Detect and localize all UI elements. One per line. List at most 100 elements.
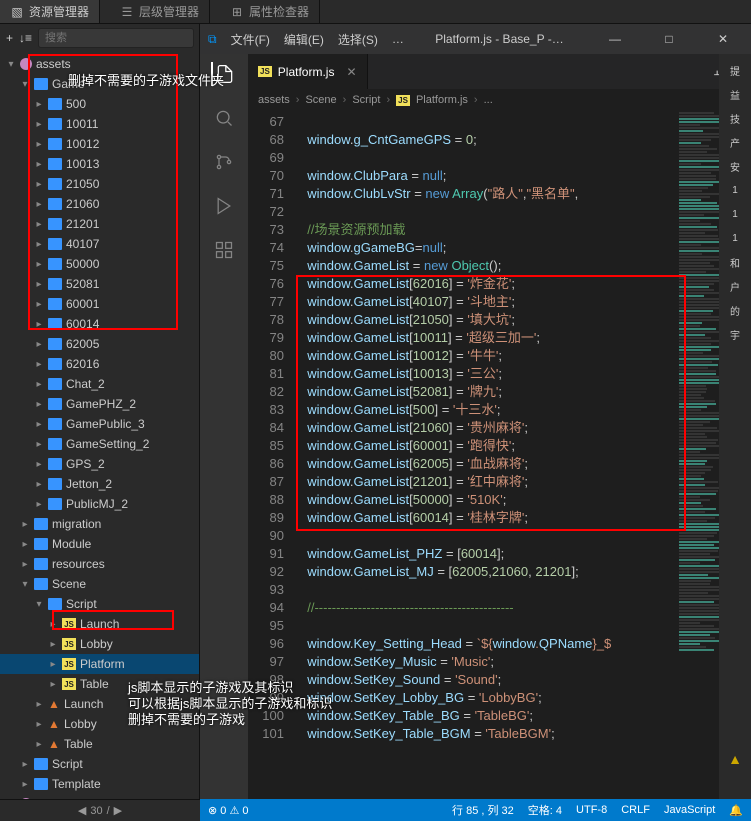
tree-item-label: Scene — [52, 577, 86, 591]
tree-item-21060[interactable]: ▸21060 — [0, 194, 199, 214]
tab-platform-js[interactable]: JS Platform.js ✕ — [248, 54, 368, 89]
tree-item-table[interactable]: ▸▲Table — [0, 734, 199, 754]
status-errors[interactable]: ⊗ 0 ⚠ 0 — [208, 804, 248, 817]
dock-item[interactable]: 和 — [721, 252, 749, 272]
breadcrumb[interactable]: assets› Scene› Script› JS Platform.js› .… — [248, 89, 751, 111]
tree-item-gamepublic_3[interactable]: ▸GamePublic_3 — [0, 414, 199, 434]
tab-label: Platform.js — [278, 65, 335, 79]
tree-item-script[interactable]: ▾Script — [0, 594, 199, 614]
sort-button[interactable]: ↓≡ — [19, 29, 32, 47]
tree-item-gps_2[interactable]: ▸GPS_2 — [0, 454, 199, 474]
dock-item[interactable]: 1 — [721, 228, 749, 248]
tree-item-gamesetting_2[interactable]: ▸GameSetting_2 — [0, 434, 199, 454]
dock-item[interactable]: 1 — [721, 204, 749, 224]
maximize-button[interactable]: □ — [649, 32, 689, 46]
menu-file[interactable]: 文件(F) — [231, 31, 270, 48]
search-activity-icon[interactable] — [212, 106, 236, 130]
tree-item-platform[interactable]: ▸JSPlatform — [0, 654, 199, 674]
tree-item-publicmj_2[interactable]: ▸PublicMJ_2 — [0, 494, 199, 514]
crumb[interactable]: Platform.js — [416, 94, 468, 106]
crumb[interactable]: Script — [352, 94, 380, 106]
dock-item[interactable]: 安 — [721, 156, 749, 176]
crumb[interactable]: Scene — [305, 94, 336, 106]
status-spaces[interactable]: 空格: 4 — [528, 802, 562, 818]
js-icon: JS — [258, 66, 272, 77]
tree-item-launch[interactable]: ▸JSLaunch — [0, 614, 199, 634]
code-editor[interactable]: 6768697071727374757677787980818283848586… — [248, 111, 751, 821]
tree-item-scene[interactable]: ▾Scene — [0, 574, 199, 594]
tree-item-migration[interactable]: ▸migration — [0, 514, 199, 534]
dock-item[interactable]: 1 — [721, 180, 749, 200]
panel-resource-manager[interactable]: ▧ 资源管理器 — [0, 0, 100, 23]
dock-item[interactable]: 提 — [721, 60, 749, 80]
status-cursor[interactable]: 行 85 , 列 32 — [452, 802, 514, 818]
tree-item-chat_2[interactable]: ▸Chat_2 — [0, 374, 199, 394]
tree-item-50000[interactable]: ▸50000 — [0, 254, 199, 274]
dock-item[interactable]: 产 — [721, 132, 749, 152]
menu-select[interactable]: 选择(S) — [338, 31, 378, 48]
tree-item-40107[interactable]: ▸40107 — [0, 234, 199, 254]
tree-item-60001[interactable]: ▸60001 — [0, 294, 199, 314]
dock-item[interactable]: 技 — [721, 108, 749, 128]
search-input[interactable] — [38, 28, 194, 48]
add-button[interactable]: + — [6, 29, 13, 47]
menu-more[interactable]: … — [392, 32, 404, 46]
crumb[interactable]: assets — [258, 94, 290, 106]
tree-item-label: 62005 — [66, 337, 99, 351]
panel-hierarchy-manager[interactable]: ☰ 层级管理器 — [110, 0, 210, 23]
tree-item-assets[interactable]: ▾assets — [0, 54, 199, 74]
warning-icon[interactable]: ▲ — [721, 749, 749, 769]
tree-item-10013[interactable]: ▸10013 — [0, 154, 199, 174]
tree-item-10012[interactable]: ▸10012 — [0, 134, 199, 154]
dock-item[interactable]: 宇 — [721, 324, 749, 344]
pager[interactable]: ◀ 30 / ▶ — [0, 799, 200, 821]
tree-item-lobby[interactable]: ▸JSLobby — [0, 634, 199, 654]
tree-item-60014[interactable]: ▸60014 — [0, 314, 199, 334]
tree-item-template[interactable]: ▸Template — [0, 774, 199, 794]
tree-item-label: 40107 — [66, 237, 99, 251]
tree-item-52081[interactable]: ▸52081 — [0, 274, 199, 294]
folder-icon — [34, 778, 48, 790]
tree-item-label: Platform — [80, 657, 125, 671]
tree-item-gamephz_2[interactable]: ▸GamePHZ_2 — [0, 394, 199, 414]
right-dock: 提益技产安 1 1 1 和户的宇 ▲ — [719, 54, 751, 799]
tree-item-10011[interactable]: ▸10011 — [0, 114, 199, 134]
tree-item-module[interactable]: ▸Module — [0, 534, 199, 554]
tree-item-500[interactable]: ▸500 — [0, 94, 199, 114]
status-language[interactable]: JavaScript — [664, 804, 715, 816]
status-encoding[interactable]: UTF-8 — [576, 804, 607, 816]
tab-close-icon[interactable]: ✕ — [346, 65, 356, 79]
tree-item-lobby[interactable]: ▸▲Lobby — [0, 714, 199, 734]
tree-item-resources[interactable]: ▸resources — [0, 554, 199, 574]
tree-item-label: Template — [52, 777, 101, 791]
tree-item-jetton_2[interactable]: ▸Jetton_2 — [0, 474, 199, 494]
minimize-button[interactable]: — — [595, 32, 635, 46]
resource-sidebar: + ↓≡ 🔍 ▾assets▾Game▸500▸10011▸10012▸1001… — [0, 24, 200, 821]
tree-item-62016[interactable]: ▸62016 — [0, 354, 199, 374]
source-control-icon[interactable] — [212, 150, 236, 174]
next-page-icon[interactable]: ▶ — [114, 804, 122, 817]
tree-item-game[interactable]: ▾Game — [0, 74, 199, 94]
tree-item-script[interactable]: ▸Script — [0, 754, 199, 774]
close-button[interactable]: ✕ — [703, 32, 743, 46]
dock-item[interactable]: 户 — [721, 276, 749, 296]
status-eol[interactable]: CRLF — [621, 804, 650, 816]
extensions-icon[interactable] — [212, 238, 236, 262]
menu-edit[interactable]: 编辑(E) — [284, 31, 324, 48]
debug-icon[interactable] — [212, 194, 236, 218]
panel-inspector[interactable]: ⊞ 属性检查器 — [220, 0, 320, 23]
dock-item[interactable]: 的 — [721, 300, 749, 320]
crumb[interactable]: ... — [484, 94, 493, 106]
asset-tree[interactable]: ▾assets▾Game▸500▸10011▸10012▸10013▸21050… — [0, 52, 199, 821]
tree-item-launch[interactable]: ▸▲Launch — [0, 694, 199, 714]
explorer-icon[interactable] — [211, 62, 235, 86]
dock-item[interactable]: 益 — [721, 84, 749, 104]
tree-item-21050[interactable]: ▸21050 — [0, 174, 199, 194]
tree-item-table[interactable]: ▸JSTable — [0, 674, 199, 694]
tree-item-21201[interactable]: ▸21201 — [0, 214, 199, 234]
prev-page-icon[interactable]: ◀ — [78, 804, 86, 817]
chevron-icon: ▸ — [34, 359, 44, 370]
tree-item-62005[interactable]: ▸62005 — [0, 334, 199, 354]
tree-item-label: Table — [64, 737, 93, 751]
notifications-icon[interactable]: 🔔 — [729, 804, 743, 817]
